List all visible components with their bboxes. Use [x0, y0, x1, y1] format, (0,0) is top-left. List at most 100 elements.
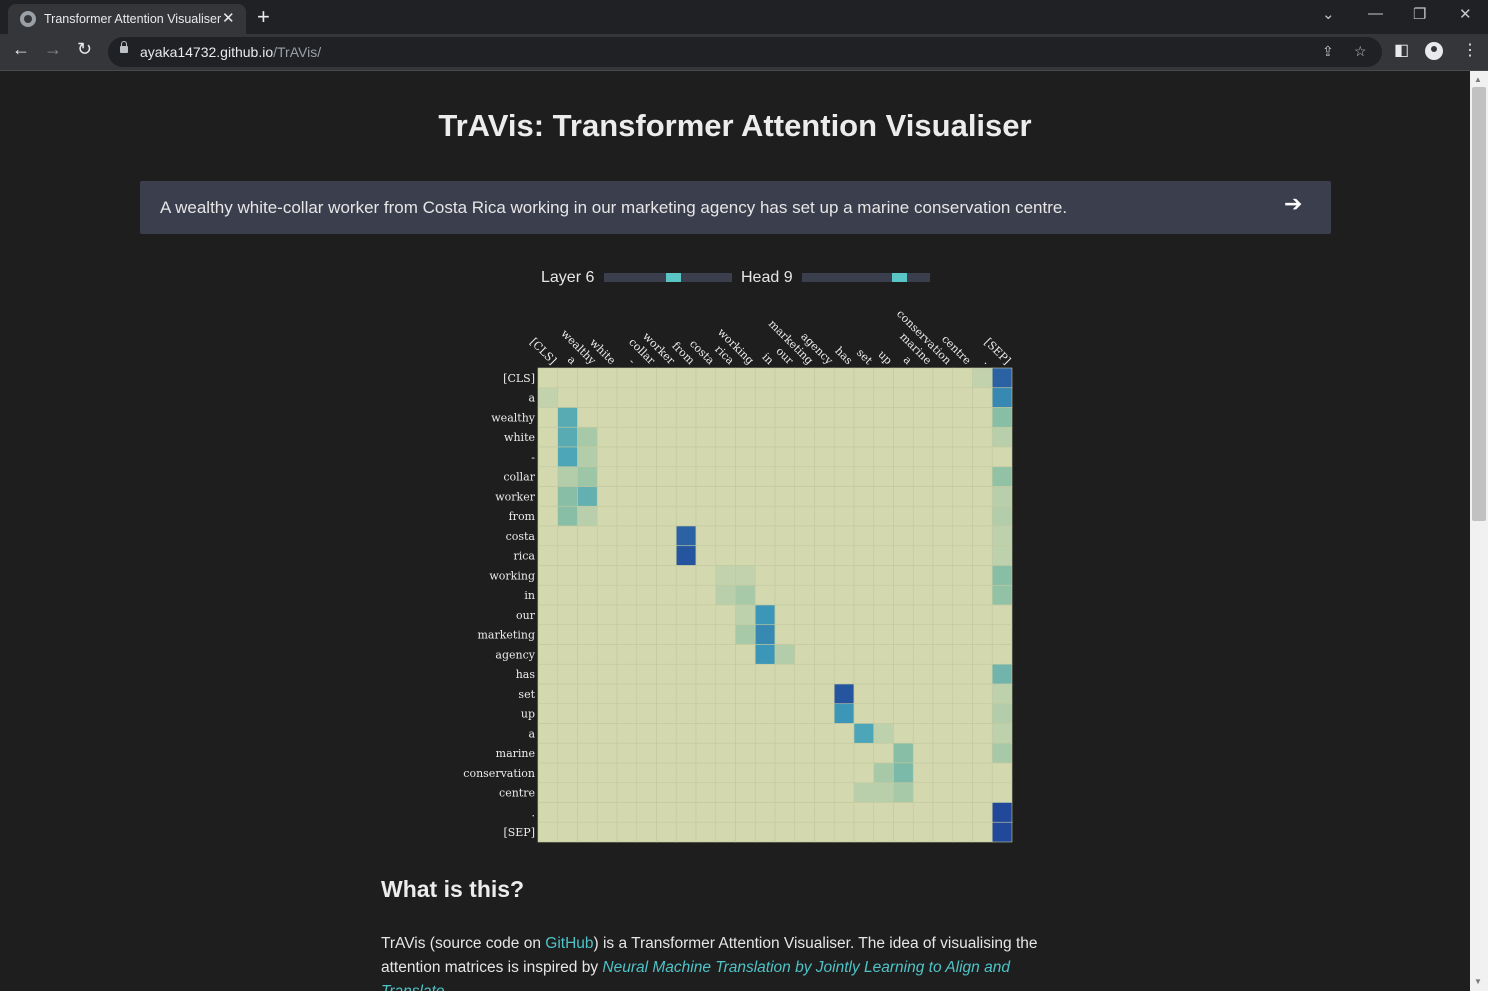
url-host: ayaka14732.github.io [140, 44, 274, 60]
heatmap-cell [537, 604, 559, 626]
heatmap-cell [735, 387, 756, 408]
heatmap-cell [695, 644, 717, 665]
heatmap-cell [814, 407, 835, 428]
heatmap-cell [932, 545, 954, 566]
side-panel-icon[interactable]: ◧ [1394, 40, 1409, 60]
close-window-icon[interactable]: ✕ [1459, 5, 1472, 23]
heatmap-cell [794, 821, 815, 843]
heatmap-cell [893, 703, 914, 724]
heatmap-cell [656, 584, 677, 606]
heatmap-cell [774, 505, 796, 527]
page-scrollbar[interactable]: ▲ ▼ [1470, 71, 1488, 991]
heatmap-cell [932, 565, 954, 586]
tab-close-icon[interactable]: ✕ [222, 9, 235, 27]
url-text[interactable]: ayaka14732.github.io/TrAVis/ [140, 44, 321, 60]
heatmap-cell [735, 703, 756, 724]
profile-avatar-icon[interactable] [1425, 42, 1443, 60]
heatmap-cell [557, 525, 578, 547]
heatmap-cell [814, 782, 835, 803]
heatmap-cell [774, 466, 796, 487]
tab-search-chevron-icon[interactable]: ⌄ [1322, 5, 1335, 23]
heatmap-cell [675, 723, 697, 744]
scrollbar-thumb[interactable] [1472, 87, 1486, 521]
heatmap-cell [636, 426, 657, 448]
heatmap-cell [656, 525, 677, 547]
heatmap-cell [853, 742, 875, 764]
scroll-down-icon[interactable]: ▼ [1474, 977, 1482, 986]
scroll-up-icon[interactable]: ▲ [1474, 75, 1482, 84]
github-link[interactable]: GitHub [545, 935, 593, 952]
heatmap-cell [972, 525, 993, 547]
heatmap-cell [833, 683, 855, 705]
new-tab-icon[interactable]: + [257, 4, 270, 30]
heatmap-cell [596, 821, 618, 843]
heatmap-cell [853, 802, 875, 823]
browser-toolbar: ← → ↻ ayaka14732.github.io/TrAVis/ ⇪ ☆ ◧… [0, 34, 1488, 71]
back-arrow-icon[interactable]: ← [12, 39, 30, 60]
heatmap-cell [656, 663, 677, 685]
heatmap-cell [636, 782, 657, 803]
heatmap-cell [596, 545, 618, 566]
heatmap-cell [972, 604, 993, 626]
heatmap-cell [952, 742, 973, 764]
heatmap-cell [596, 387, 618, 408]
heatmap-cell [675, 584, 697, 606]
heatmap-cell [656, 624, 677, 645]
reload-icon[interactable]: ↻ [77, 39, 92, 60]
heatmap-cell [814, 821, 835, 843]
heatmap-cell [912, 565, 934, 586]
address-bar[interactable]: ayaka14732.github.io/TrAVis/ ⇪ ☆ [108, 37, 1382, 67]
heatmap-cell [932, 742, 954, 764]
heatmap-cell [754, 446, 776, 468]
heatmap-cell [853, 525, 875, 547]
heatmap-cell [873, 762, 894, 784]
heatmap-cell [794, 703, 815, 724]
heatmap-cell [577, 486, 598, 507]
column-label: - [626, 355, 638, 367]
heatmap-cell [932, 762, 954, 784]
heatmap-cell [596, 604, 618, 626]
heatmap-cell [557, 505, 578, 527]
heatmap-cell [675, 545, 697, 566]
heatmap-cell [893, 802, 914, 823]
heatmap-cell [932, 584, 954, 606]
browser-tab[interactable]: Transformer Attention Visualiser ✕ [8, 4, 246, 34]
heatmap-cell [814, 644, 835, 665]
heatmap-cell [616, 723, 638, 744]
browser-tab-strip: Transformer Attention Visualiser ✕ + ⌄ —… [0, 0, 1488, 34]
heatmap-cell [853, 604, 875, 626]
share-icon[interactable]: ⇪ [1322, 43, 1334, 60]
heatmap-cell [577, 426, 598, 448]
heatmap-cell [695, 723, 717, 744]
heatmap-cell [537, 644, 559, 665]
attention-heatmap: [CLS] a wealthy white - collar worker from costa… [463, 307, 1013, 843]
heatmap-cell [991, 723, 1013, 744]
forward-arrow-icon[interactable]: → [44, 39, 62, 60]
heatmap-cell [991, 604, 1013, 626]
heatmap-cell [596, 703, 618, 724]
heatmap-cell [952, 762, 973, 784]
heatmap-cell [537, 663, 559, 685]
heatmap-cell [972, 723, 993, 744]
row-label: [CLS] [503, 372, 535, 385]
heatmap-cell [596, 762, 618, 784]
heatmap-cell [557, 742, 578, 764]
heatmap-cell [616, 446, 638, 468]
heatmap-cell [774, 762, 796, 784]
heatmap-cell [656, 723, 677, 744]
restore-icon[interactable]: ❐ [1413, 5, 1426, 23]
heatmap-cell [794, 407, 815, 428]
heatmap-cell [794, 762, 815, 784]
heatmap-cell [833, 762, 855, 784]
heatmap-cell [675, 782, 697, 803]
bookmark-star-icon[interactable]: ☆ [1354, 43, 1367, 60]
minimize-icon[interactable]: — [1368, 5, 1383, 22]
heatmap-cell [912, 525, 934, 547]
heatmap-cell [814, 446, 835, 468]
heatmap-cell [537, 565, 559, 586]
more-menu-icon[interactable]: ⋮ [1462, 40, 1478, 60]
heatmap-cell [932, 604, 954, 626]
heatmap-cell [596, 426, 618, 448]
heatmap-cell [912, 742, 934, 764]
heatmap-cell [675, 703, 697, 724]
